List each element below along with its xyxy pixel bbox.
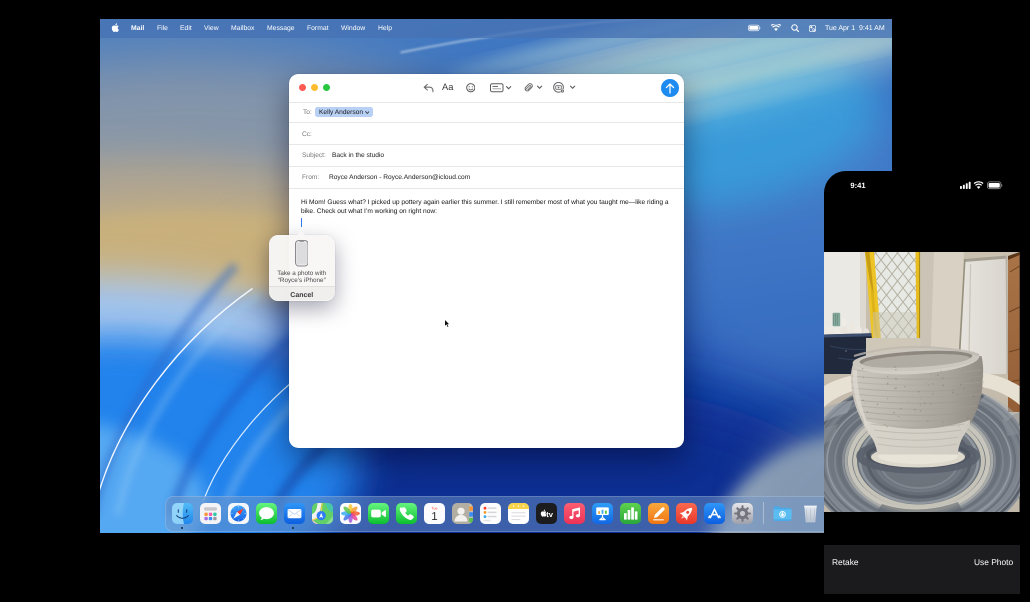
svg-text:Tue: Tue bbox=[431, 507, 437, 511]
svg-text:1: 1 bbox=[431, 511, 437, 523]
svg-text:tv: tv bbox=[546, 510, 554, 519]
